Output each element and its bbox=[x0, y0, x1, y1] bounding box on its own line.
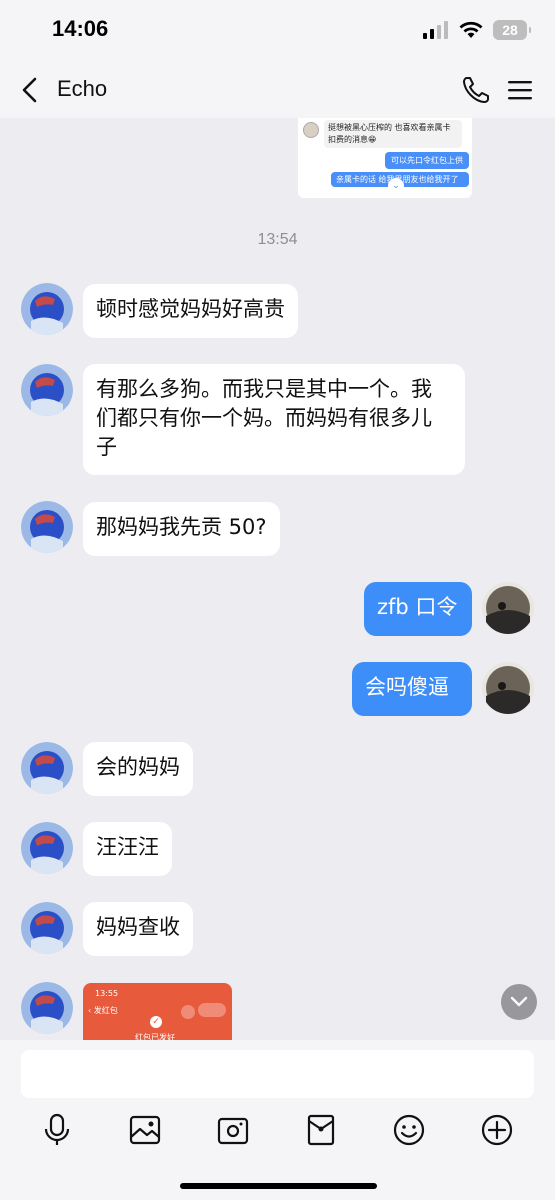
status-time: 14:06 bbox=[52, 16, 109, 41]
add-icon[interactable] bbox=[479, 1112, 515, 1148]
photo-icon[interactable] bbox=[127, 1112, 163, 1148]
message-bubble[interactable]: 汪汪汪 bbox=[83, 822, 172, 876]
image-message-red-packet[interactable]: 13:55 ‹ 发红包 ✓ 红包已发好 bbox=[83, 983, 232, 1040]
contact-avatar[interactable] bbox=[21, 742, 73, 794]
battery-icon: 28 bbox=[493, 20, 531, 40]
message-bubble[interactable]: 有那么多狗。而我只是其中一个。我们都只有你一个妈。而妈妈有很多儿子 bbox=[83, 364, 465, 475]
message-bubble[interactable]: 顿时感觉妈妈好高贵 bbox=[83, 284, 298, 338]
message-input[interactable] bbox=[21, 1050, 534, 1098]
battery-level: 28 bbox=[502, 22, 518, 38]
emoji-icon[interactable] bbox=[391, 1112, 427, 1148]
message-bubble[interactable]: 妈妈查收 bbox=[83, 902, 193, 956]
status-bar: 14:06 28 bbox=[0, 0, 555, 62]
contact-avatar[interactable] bbox=[21, 822, 73, 874]
image-capsule-icon bbox=[198, 1003, 226, 1017]
contact-avatar[interactable] bbox=[21, 982, 73, 1034]
message-bubble-own[interactable]: 会吗傻逼 bbox=[352, 662, 472, 716]
composer-toolbar bbox=[0, 1112, 555, 1148]
contact-avatar[interactable] bbox=[21, 501, 73, 553]
own-avatar[interactable] bbox=[482, 582, 534, 634]
red-packet-icon[interactable] bbox=[303, 1112, 339, 1148]
nav-bar: Echo bbox=[0, 62, 555, 118]
quoted-message-2: 可以先口令红包上供 bbox=[385, 152, 469, 169]
message-timestamp: 13:54 bbox=[257, 231, 298, 248]
image-status-time: 13:55 bbox=[95, 989, 119, 998]
image-status-text: 红包已发好 bbox=[135, 1033, 175, 1040]
image-back-label: ‹ 发红包 bbox=[88, 1006, 118, 1015]
composer bbox=[0, 1040, 555, 1200]
check-icon: ✓ bbox=[150, 1016, 162, 1028]
status-icons: 28 bbox=[423, 20, 531, 40]
chevron-down-icon: ⌄ bbox=[388, 178, 404, 194]
back-arrow-icon[interactable] bbox=[16, 75, 46, 105]
chat-area[interactable]: 挺想被黑心压榨的 也喜欢看亲属卡扣费的消息😁 可以先口令红包上供 亲属卡的话 给… bbox=[0, 118, 555, 1040]
own-avatar[interactable] bbox=[482, 662, 534, 714]
scroll-to-bottom-button[interactable] bbox=[501, 984, 537, 1020]
wifi-icon bbox=[459, 21, 483, 38]
microphone-icon[interactable] bbox=[39, 1112, 75, 1148]
message-bubble[interactable]: 那妈妈我先贡 50? bbox=[83, 502, 280, 556]
contact-avatar[interactable] bbox=[21, 283, 73, 335]
message-bubble-own[interactable]: zfb 口令 bbox=[364, 582, 472, 636]
home-indicator[interactable] bbox=[180, 1183, 377, 1189]
contact-avatar[interactable] bbox=[21, 902, 73, 954]
chat-title: Echo bbox=[57, 76, 108, 101]
contact-avatar[interactable] bbox=[21, 364, 73, 416]
menu-icon[interactable] bbox=[505, 74, 535, 106]
message-bubble[interactable]: 会的妈妈 bbox=[83, 742, 193, 796]
phone-icon[interactable] bbox=[460, 74, 492, 106]
quoted-screenshot-card[interactable]: 挺想被黑心压榨的 也喜欢看亲属卡扣费的消息😁 可以先口令红包上供 亲属卡的话 给… bbox=[298, 118, 472, 198]
camera-icon[interactable] bbox=[215, 1112, 251, 1148]
chevron-down-icon bbox=[510, 996, 528, 1007]
cellular-signal-icon bbox=[423, 21, 448, 39]
quoted-avatar bbox=[303, 122, 319, 138]
image-more-icon bbox=[181, 1005, 195, 1019]
quoted-message-1: 挺想被黑心压榨的 也喜欢看亲属卡扣费的消息😁 bbox=[324, 120, 462, 148]
